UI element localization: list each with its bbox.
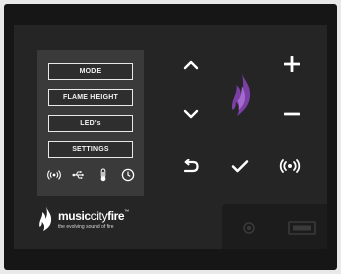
- chevron-up-icon: [183, 60, 199, 70]
- power-led-icon: [243, 222, 255, 234]
- check-icon: [231, 160, 249, 173]
- brand-logo: musiccityfire™ the evolving sound of fir…: [37, 203, 157, 235]
- flame-logo-icon: [39, 206, 52, 231]
- minus-button[interactable]: [281, 104, 303, 124]
- purple-flame-icon: [232, 73, 251, 116]
- status-icon-row: [47, 168, 135, 182]
- settings-button[interactable]: SETTINGS: [48, 141, 133, 158]
- leds-button[interactable]: LED's: [48, 115, 133, 132]
- minus-icon: [284, 112, 300, 116]
- usb-icon: [72, 168, 86, 182]
- up-arrow-button[interactable]: [181, 55, 201, 75]
- down-arrow-button[interactable]: [181, 104, 201, 124]
- broadcast-button[interactable]: [278, 156, 302, 176]
- back-arrow-icon: [183, 159, 199, 173]
- brand-tagline: the evolving sound of fire: [58, 224, 114, 230]
- flame-height-button[interactable]: FLAME HEIGHT: [48, 89, 133, 106]
- usb-port-icon: [288, 221, 316, 235]
- back-button[interactable]: [180, 156, 202, 176]
- wifi-signal-icon: [47, 168, 61, 182]
- confirm-button[interactable]: [229, 156, 251, 176]
- plus-icon: [284, 56, 300, 72]
- mode-button[interactable]: MODE: [48, 63, 133, 80]
- connector-dock: [222, 204, 327, 249]
- thermometer-icon: [96, 168, 110, 182]
- plus-button[interactable]: [281, 53, 303, 75]
- broadcast-icon: [279, 159, 301, 173]
- clock-icon: [121, 168, 135, 182]
- brand-name: musiccityfire™: [58, 209, 129, 223]
- flame-emblem: [227, 70, 257, 120]
- display-screen: MODE FLAME HEIGHT LED's SETTINGS: [37, 50, 144, 196]
- chevron-down-icon: [183, 109, 199, 119]
